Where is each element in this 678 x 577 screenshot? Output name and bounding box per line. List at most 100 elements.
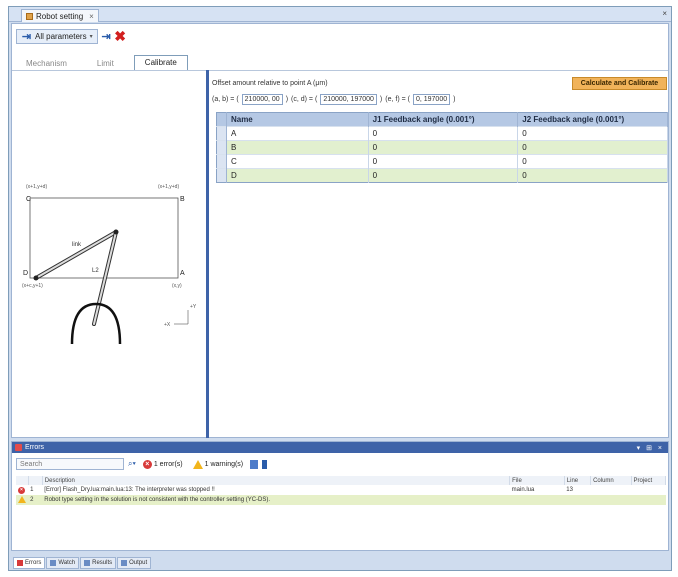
warning-row[interactable]: 2 Robot type setting in the solution is … [16, 495, 666, 505]
ef-prefix: (e, f) = ( [385, 96, 410, 103]
error-row-index: 1 [30, 487, 34, 493]
cell-name[interactable]: B [226, 140, 369, 155]
cell-name[interactable]: C [226, 154, 369, 169]
error-row-line: 13 [566, 487, 573, 493]
error-row[interactable]: × 1 [Error] Flash_Dry.lua:main.lua:13: T… [16, 485, 666, 495]
error-row-icon: × [16, 485, 28, 495]
tab-mechanism[interactable]: Mechanism [16, 57, 77, 70]
pane-close-icon[interactable]: × [662, 9, 667, 18]
warning-icon [18, 495, 26, 503]
tab-limit[interactable]: Limit [87, 57, 124, 70]
tab-results[interactable]: Results [80, 557, 117, 569]
col-project-header[interactable]: Project [631, 476, 667, 485]
warning-icon [192, 459, 203, 469]
col-j1-header[interactable]: J1 Feedback angle (0.001°) [368, 112, 519, 127]
errors-window-controls[interactable]: ▾ ⊞ × [637, 444, 664, 452]
errors-header-row: Description File Line Column Project [16, 476, 667, 485]
all-parameters-button[interactable]: ⇥ All parameters ▾ [16, 28, 98, 44]
ab-input[interactable]: 210000, 00 [241, 94, 283, 105]
parameter-toolbar: ⇥ All parameters ▾ ⇥ ✖ [16, 28, 126, 44]
error-icon: × [18, 486, 25, 494]
cell-j2[interactable]: 0 [517, 140, 668, 155]
calculate-and-calibrate-button[interactable]: Calculate and Calibrate [572, 77, 667, 90]
error-icon: × [142, 459, 152, 469]
tab-watch[interactable]: Watch [46, 557, 80, 569]
settings-subtabs: Mechanism Limit Calibrate [16, 54, 188, 70]
calibration-diagram: (x+1,y+d) (x+1,y+d) C B D A (x+c,y+1) (x… [22, 184, 197, 344]
subtab-divider [12, 70, 668, 71]
error-row-file: main.lua [511, 487, 535, 493]
parameter-icon: ⇥ [21, 30, 32, 43]
robot-setting-panel: ⇥ All parameters ▾ ⇥ ✖ Mechanism Limit C… [11, 23, 669, 438]
errors-table: Description File Line Column Project × 1… [16, 476, 667, 505]
grid-row-c[interactable]: C 0 0 [216, 154, 668, 169]
tab-errors-label: Errors [25, 560, 42, 566]
ab-suffix: ) [285, 96, 289, 103]
tab-close-icon[interactable]: × [89, 12, 94, 21]
ef-input[interactable]: 0, 197000 [412, 94, 451, 105]
search-icon[interactable]: ⌕▾ [128, 459, 136, 469]
cd-input[interactable]: 210000, 197000 [320, 94, 377, 105]
cd-prefix: (c, d) = ( [291, 96, 318, 103]
grid-row-a[interactable]: A 0 0 [216, 126, 668, 141]
errors-toolbar: Search ⌕▾ × 1 error(s) 1 warning(s) [16, 457, 268, 471]
point-d-label: D [23, 270, 28, 277]
cell-j1[interactable]: 0 [368, 154, 519, 169]
row-header[interactable] [216, 126, 227, 141]
col-column-header[interactable]: Column [590, 476, 632, 485]
cell-j2[interactable]: 0 [517, 168, 668, 183]
errors-title: Errors [25, 444, 45, 451]
col-file-header[interactable]: File [509, 476, 565, 485]
coord-top-right: (x+1,y+d) [158, 184, 179, 190]
warning-row-line [564, 495, 591, 505]
cell-j2[interactable]: 0 [517, 126, 668, 141]
col-name-header[interactable]: Name [226, 112, 369, 127]
tab-output[interactable]: Output [117, 557, 152, 569]
cell-name[interactable]: D [226, 168, 369, 183]
bottom-tab-strip: Errors Watch Results Output [13, 557, 152, 570]
grid-row-d[interactable]: D 0 0 [216, 168, 668, 183]
cell-j1[interactable]: 0 [368, 126, 519, 141]
tab-errors[interactable]: Errors [13, 557, 46, 569]
warning-filter-button[interactable]: 1 warning(s) [190, 459, 247, 469]
clear-icon[interactable] [262, 459, 268, 469]
copy-icon[interactable] [250, 459, 259, 469]
warning-row-file [509, 495, 565, 505]
all-parameters-label: All parameters [35, 31, 87, 41]
chevron-down-icon: ▾ [89, 33, 93, 40]
row-header[interactable] [216, 140, 227, 155]
point-c-label: C [26, 196, 31, 203]
grid-header-row: Name J1 Feedback angle (0.001°) J2 Feedb… [216, 112, 668, 127]
col-line-header[interactable]: Line [564, 476, 592, 485]
tab-robot-setting[interactable]: Robot setting × [21, 9, 99, 22]
point-a-label: A [180, 270, 185, 277]
cell-j1[interactable]: 0 [368, 168, 519, 183]
cell-name[interactable]: A [226, 126, 369, 141]
coord-top-left: (x+1,y+d) [26, 184, 47, 190]
col-j2-header[interactable]: J2 Feedback angle (0.001°) [517, 112, 668, 127]
row-header[interactable] [216, 154, 227, 169]
grid-row-b[interactable]: B 0 0 [216, 140, 668, 155]
errors-search-input[interactable]: Search [16, 458, 124, 470]
cell-j1[interactable]: 0 [368, 140, 519, 155]
add-param-icon[interactable]: ⇥ [101, 31, 112, 43]
delete-icon[interactable]: ✖ [114, 28, 126, 44]
tab-output-label: Output [129, 560, 148, 566]
tab-calibrate[interactable]: Calibrate [133, 55, 188, 70]
errors-panel: Errors ▾ ⊞ × Search ⌕▾ × 1 error(s) 1 wa… [11, 441, 669, 551]
warning-count-label: 1 warning(s) [204, 460, 244, 468]
cell-j2[interactable]: 0 [517, 154, 668, 169]
error-filter-button[interactable]: × 1 error(s) [140, 459, 186, 469]
watch-tab-icon [50, 560, 57, 566]
grid-corner-cell [216, 112, 227, 127]
robot-setting-icon [26, 12, 33, 20]
app-window: Robot setting × × ⇥ All parameters ▾ ⇥ ✖… [8, 6, 672, 571]
cd-suffix: ) [379, 96, 383, 103]
x-axis-label: +X [164, 322, 171, 328]
arm-tip-point [33, 275, 39, 281]
panel-splitter[interactable] [206, 70, 209, 438]
col-description-header[interactable]: Description [42, 476, 511, 485]
row-header[interactable] [216, 168, 227, 183]
col-icon-header [16, 476, 29, 485]
errors-icon [15, 444, 22, 451]
